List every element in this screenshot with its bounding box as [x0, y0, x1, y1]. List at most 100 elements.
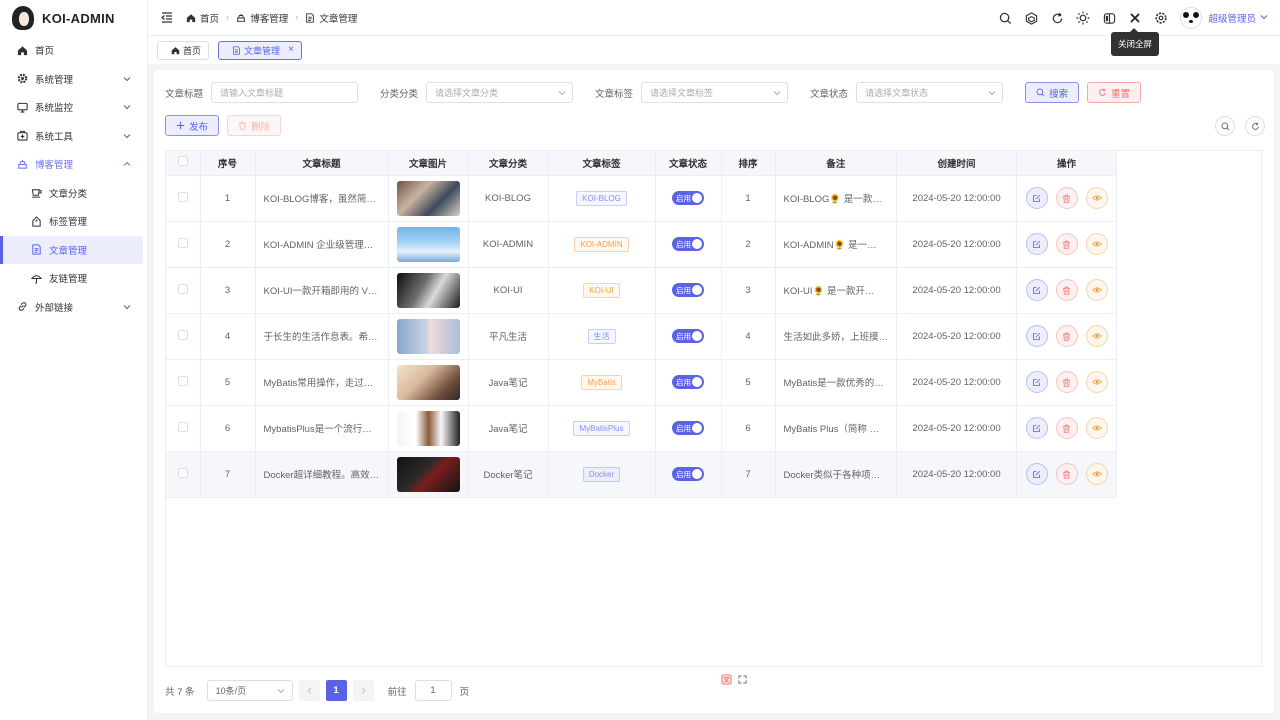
column-header: 文章标题	[255, 151, 389, 176]
sun-icon[interactable]	[1070, 0, 1096, 36]
tab-home[interactable]: 首页	[157, 40, 210, 60]
document-icon	[30, 244, 42, 256]
status-switch[interactable]: 启用	[672, 191, 704, 205]
sidebar-item-article-manage[interactable]: 文章管理	[0, 235, 143, 264]
settings-gear-icon[interactable]	[1148, 0, 1174, 36]
sidebar-item-home[interactable]: 首页	[0, 36, 147, 65]
sidebar-item-system[interactable]: 系统管理	[0, 65, 147, 94]
edit-icon[interactable]	[1025, 417, 1048, 439]
status-switch[interactable]: 启用	[672, 283, 704, 297]
expand-icon[interactable]	[738, 675, 747, 684]
tag-select[interactable]: 请选择文章标签	[641, 82, 789, 103]
delete-icon[interactable]	[1055, 463, 1078, 485]
search-button[interactable]: 搜索	[1025, 82, 1080, 103]
row-checkbox[interactable]	[177, 375, 188, 386]
refresh-table-icon[interactable]	[1245, 116, 1265, 136]
refresh-icon[interactable]	[1044, 0, 1070, 36]
article-image[interactable]	[396, 272, 460, 308]
status-switch[interactable]: 启用	[672, 237, 704, 251]
layout-switch-icon[interactable]	[1096, 0, 1122, 36]
title-cell: KOI-UI一款开箱即用的 V…	[255, 267, 389, 314]
status-switch[interactable]: 启用	[672, 421, 704, 435]
article-image[interactable]	[396, 180, 460, 216]
column-header: 文章标签	[548, 151, 656, 176]
status-switch[interactable]: 启用	[672, 375, 704, 389]
select-all-checkbox[interactable]	[177, 156, 188, 167]
article-image[interactable]	[396, 226, 460, 262]
article-image[interactable]	[396, 318, 460, 354]
edit-icon[interactable]	[1025, 187, 1048, 209]
close-icon[interactable]: ×	[288, 45, 294, 55]
search-icon[interactable]	[992, 0, 1018, 36]
breadcrumb-item-blog[interactable]: 博客管理	[236, 11, 288, 25]
tab-article-manage[interactable]: 文章管理 ×	[218, 40, 302, 60]
row-checkbox[interactable]	[177, 237, 188, 248]
delete-icon[interactable]	[1055, 417, 1078, 439]
next-page-button[interactable]	[352, 680, 374, 701]
article-image[interactable]	[396, 410, 460, 446]
edit-icon[interactable]	[1025, 279, 1048, 301]
view-icon[interactable]	[1085, 463, 1108, 485]
delete-icon[interactable]	[1055, 187, 1078, 209]
view-icon[interactable]	[1085, 233, 1108, 255]
reset-button[interactable]: 重置	[1087, 82, 1142, 103]
theme-cube-icon[interactable]	[1018, 0, 1044, 36]
row-checkbox[interactable]	[177, 329, 188, 340]
delete-icon[interactable]	[1055, 371, 1078, 393]
select-cell	[166, 359, 201, 406]
edit-icon[interactable]	[1025, 463, 1048, 485]
toggle-search-icon[interactable]	[1215, 116, 1235, 136]
page-number-button[interactable]: 1	[325, 680, 347, 701]
publish-button[interactable]: 发布	[165, 115, 220, 136]
view-icon[interactable]	[1085, 325, 1108, 347]
view-icon[interactable]	[1085, 279, 1108, 301]
category-select[interactable]: 请选择文章分类	[426, 82, 574, 103]
breadcrumb-item-home[interactable]: 首页	[186, 11, 219, 25]
view-icon[interactable]	[1085, 417, 1108, 439]
sidebar-item-article-category[interactable]: 文章分类	[0, 179, 147, 208]
delete-button[interactable]: 删除	[227, 115, 282, 136]
sidebar-item-monitor[interactable]: 系统监控	[0, 93, 147, 122]
row-checkbox[interactable]	[177, 467, 188, 478]
article-image[interactable]	[396, 364, 460, 400]
goto-page-input[interactable]: 1	[414, 680, 452, 701]
delete-icon[interactable]	[1055, 233, 1078, 255]
status-switch[interactable]: 启用	[672, 329, 704, 343]
edit-icon[interactable]	[1025, 325, 1048, 347]
edit-icon[interactable]	[1025, 371, 1048, 393]
row-checkbox[interactable]	[177, 421, 188, 432]
title-input[interactable]: 请输入文章标题	[211, 82, 359, 103]
sidebar-item-friend-link[interactable]: 友链管理	[0, 264, 147, 293]
remark-cell: MyBatis是一款优秀的…	[775, 359, 898, 406]
collapse-menu-icon[interactable]	[160, 11, 174, 25]
delete-icon[interactable]	[1055, 279, 1078, 301]
sidebar-item-external-link[interactable]: 外部链接	[0, 293, 147, 322]
logo[interactable]: KOI-ADMIN	[0, 0, 147, 36]
article-image[interactable]	[396, 456, 460, 492]
monitor-icon	[16, 101, 28, 113]
sidebar-item-tools[interactable]: 系统工具	[0, 122, 147, 151]
translate-icon[interactable]	[721, 674, 732, 685]
view-icon[interactable]	[1085, 187, 1108, 209]
chevron-down-icon	[123, 103, 131, 114]
sidebar-item-label: 文章分类	[49, 188, 88, 200]
status-switch[interactable]: 启用	[672, 467, 704, 481]
page-size-select[interactable]: 10条/页	[206, 680, 293, 701]
delete-icon[interactable]	[1055, 325, 1078, 347]
avatar[interactable]	[1180, 7, 1203, 29]
row-checkbox[interactable]	[177, 283, 188, 294]
tag-badge: KOI-UI	[583, 282, 620, 298]
footer-icons	[721, 674, 747, 685]
prev-page-button[interactable]	[298, 680, 320, 701]
status-select[interactable]: 请选择文章状态	[856, 82, 1004, 103]
sidebar-item-tag-manage[interactable]: 标签管理	[0, 207, 147, 236]
row-checkbox[interactable]	[177, 191, 188, 202]
view-icon[interactable]	[1085, 371, 1108, 393]
table-row: 4 于长生的生活作息表。希… 平凡生活 生活 启用 4 生活如此多娇，上班摸… 2024-05…	[166, 313, 1118, 360]
sidebar-item-blog[interactable]: 博客管理	[0, 150, 147, 179]
tag-cell: 生活	[548, 313, 656, 360]
table-row: 1 KOI-BLOG博客，虽然简… KOI-BLOG KOI-BLOG 启用 1 KOI-B…	[166, 175, 1118, 222]
edit-icon[interactable]	[1025, 233, 1048, 255]
tag-badge: KOI-BLOG	[576, 190, 627, 206]
user-menu[interactable]: 超级管理员	[1208, 11, 1268, 25]
